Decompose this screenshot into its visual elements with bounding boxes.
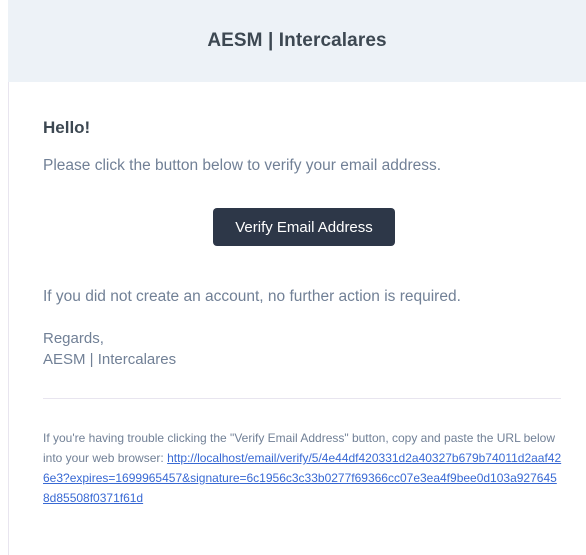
email-page: AESM | Intercalares Hello! Please click … [0, 0, 586, 555]
email-body: Hello! Please click the button below to … [8, 82, 586, 555]
divider [43, 398, 561, 399]
email-header: AESM | Intercalares [8, 0, 586, 82]
no-action-text: If you did not create an account, no fur… [43, 288, 461, 305]
verify-email-button[interactable]: Verify Email Address [213, 208, 395, 246]
regards-text: Regards, [43, 330, 104, 347]
header-title[interactable]: AESM | Intercalares [207, 30, 386, 52]
regards-block: Regards, AESM | Intercalares [43, 328, 176, 370]
subcopy-text: If you're having trouble clicking the "V… [43, 428, 563, 508]
greeting-heading: Hello! [43, 118, 91, 137]
signature-text: AESM | Intercalares [43, 351, 177, 368]
intro-text: Please click the button below to verify … [43, 157, 442, 174]
